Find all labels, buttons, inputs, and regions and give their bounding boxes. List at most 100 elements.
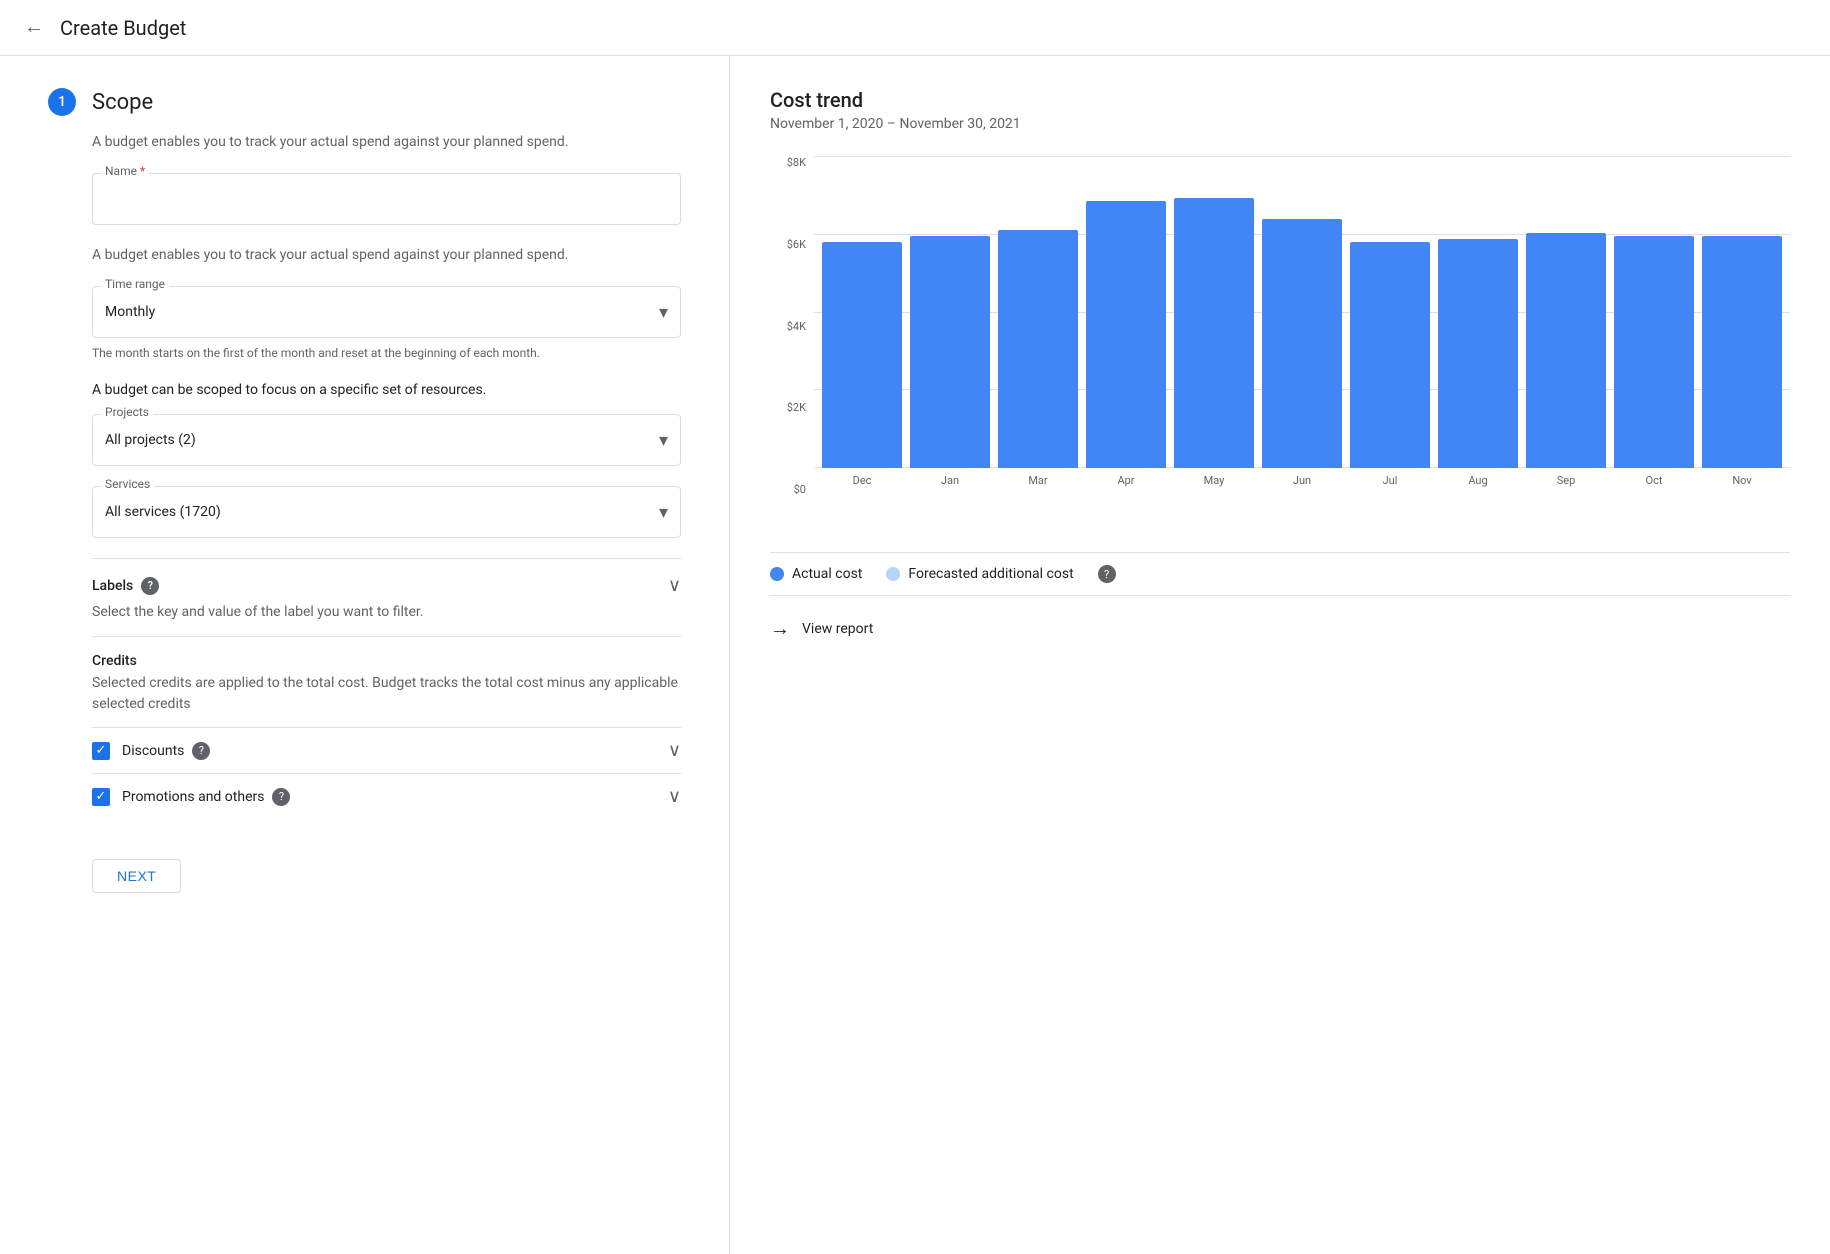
services-container: Services All services (1720) ▾ [92,486,681,538]
x-axis-label: Dec [822,474,902,487]
bars-row [814,156,1790,468]
bar [1526,233,1606,468]
bar [910,236,990,468]
time-range-container: Time range Monthly ▾ The month starts on… [92,286,681,362]
bar-group [1086,156,1166,468]
labels-section: Labels ? ∨ Select the key and value of t… [92,558,681,636]
bar [1350,242,1430,468]
credits-title: Credits [92,653,681,669]
actual-cost-label: Actual cost [792,566,862,582]
x-axis-label: Sep [1526,474,1606,487]
actual-cost-legend: Actual cost [770,566,862,582]
projects-container: Projects All projects (2) ▾ [92,414,681,466]
y-label-2k: $2K [787,401,806,414]
y-label-4k: $4K [787,320,806,333]
cost-trend-title: Cost trend [770,88,1790,112]
bars-area: Dec Jan Mar Apr May Jun Jul Aug Sep Oct Nov [814,156,1790,496]
time-range-select[interactable]: Time range Monthly ▾ [92,286,681,338]
credits-section: Credits Selected credits are applied to … [92,636,681,835]
y-label-0: $0 [794,483,806,496]
credits-description: Selected credits are applied to the tota… [92,673,681,715]
promotions-row: ✓ Promotions and others ? ∨ [92,773,681,819]
x-axis-label: May [1174,474,1254,487]
discounts-chevron-icon: ∨ [668,740,681,761]
promotions-checkbox[interactable]: ✓ [92,788,110,806]
discounts-checkbox[interactable]: ✓ [92,742,110,760]
x-axis-label: Mar [998,474,1078,487]
next-button[interactable]: NEXT [92,859,181,893]
forecast-dot [886,567,900,581]
bar [1702,236,1782,468]
forecast-legend: Forecasted additional cost [886,566,1073,582]
x-axis-label: Nov [1702,474,1782,487]
labels-header[interactable]: Labels ? ∨ [92,575,681,596]
bar-group [1702,156,1782,468]
bar [1614,236,1694,468]
step-indicator: 1 [48,88,76,116]
x-axis-label: Aug [1438,474,1518,487]
bar-group [1526,156,1606,468]
name-label: Name * [101,164,149,178]
y-axis: $8K $6K $4K $2K $0 [770,156,814,496]
name-input[interactable] [105,191,668,207]
page-title: Create Budget [60,16,186,40]
promotions-chevron-icon: ∨ [668,786,681,807]
main-layout: 1 Scope A budget enables you to track yo… [0,56,1830,1254]
time-range-label: Time range [101,277,169,291]
bar [1086,201,1166,468]
bar-group [1438,156,1518,468]
services-value: All services (1720) [105,504,659,520]
bar [998,230,1078,468]
projects-select[interactable]: Projects All projects (2) ▾ [92,414,681,466]
y-label-6k: $6K [787,238,806,251]
scope-description: A budget can be scoped to focus on a spe… [92,382,681,398]
left-panel: 1 Scope A budget enables you to track yo… [0,56,730,1254]
y-label-8k: $8K [787,156,806,169]
discounts-label: Discounts ? [122,742,210,760]
promotions-label: Promotions and others ? [122,788,290,806]
x-axis-label: Oct [1614,474,1694,487]
projects-label: Projects [101,405,153,419]
services-label: Services [101,477,154,491]
view-report-link[interactable]: → View report [770,616,1790,641]
x-axis-label: Jul [1350,474,1430,487]
section-header: 1 Scope [48,88,681,116]
checkmark-icon: ✓ [96,789,107,804]
chevron-down-icon: ▾ [659,430,668,451]
promotions-help-icon[interactable]: ? [272,788,290,806]
actual-cost-dot [770,567,784,581]
time-range-helper: The month starts on the first of the mon… [92,344,681,362]
projects-value: All projects (2) [105,432,659,448]
labels-description: Select the key and value of the label yo… [92,604,681,620]
labels-chevron-icon: ∨ [668,575,681,596]
required-star: * [140,164,145,178]
labels-help-icon[interactable]: ? [141,577,159,595]
bar-group [998,156,1078,468]
chevron-down-icon: ▾ [659,302,668,323]
name-field-container: Name * [92,173,681,225]
section-description-2: A budget enables you to track your actua… [92,245,681,266]
x-axis-label: Apr [1086,474,1166,487]
bar [1174,198,1254,468]
chevron-down-icon: ▾ [659,502,668,523]
legend-help-icon[interactable]: ? [1098,565,1116,583]
bar-group [822,156,902,468]
bar-group [910,156,990,468]
cost-trend-date: November 1, 2020 – November 30, 2021 [770,116,1790,132]
right-panel: Cost trend November 1, 2020 – November 3… [730,56,1830,1254]
time-range-value: Monthly [105,304,659,320]
services-select[interactable]: Services All services (1720) ▾ [92,486,681,538]
labels-title: Labels ? [92,577,159,595]
chart-area: $8K $6K $4K $2K $0 [770,156,1790,496]
x-axis-label: Jun [1262,474,1342,487]
view-report-label: View report [802,621,873,637]
bar-group [1614,156,1694,468]
discounts-row: ✓ Discounts ? ∨ [92,727,681,773]
bar [822,242,902,468]
checkmark-icon: ✓ [96,743,107,758]
discounts-help-icon[interactable]: ? [192,742,210,760]
x-axis-label: Jan [910,474,990,487]
bar [1262,219,1342,468]
back-button[interactable]: ← [24,16,44,39]
name-input-wrapper[interactable]: Name * [92,173,681,225]
